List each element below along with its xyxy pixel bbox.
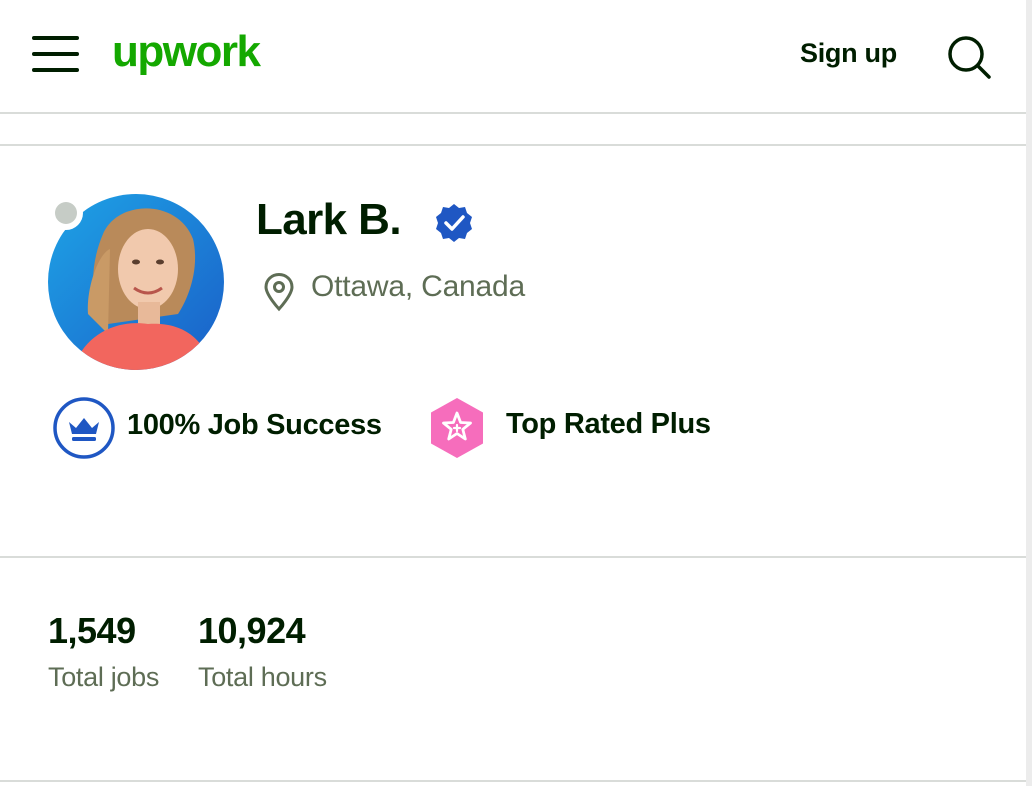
profile-stats: 1,549 Total jobs 10,924 Total hours: [0, 558, 1026, 782]
location-pin-icon: [264, 272, 294, 312]
profile-location: Ottawa, Canada: [311, 270, 525, 303]
profile-card: Lark B. Ottawa, Canada 100% Job Success …: [0, 146, 1026, 558]
total-jobs-label: Total jobs: [48, 662, 160, 692]
sign-up-link[interactable]: Sign up: [800, 38, 897, 69]
verified-badge-icon: [436, 204, 472, 242]
online-status-indicator: [49, 196, 83, 230]
profile-page: upwork Sign up Lark B. Ottawa, Canada 10…: [0, 0, 1032, 786]
total-hours-label: Total hours: [198, 662, 327, 692]
total-hours-value: 10,924: [198, 610, 306, 651]
menu-icon-bar-middle: [32, 52, 79, 56]
star-hexagon-icon: [431, 398, 483, 458]
menu-icon-bar-top: [32, 36, 79, 40]
page-edge: [1026, 0, 1032, 786]
search-icon[interactable]: [944, 32, 994, 82]
top-rated-plus-badge-label: Top Rated Plus: [506, 408, 711, 440]
menu-icon-bar-bottom: [32, 68, 79, 72]
svg-text:upwork: upwork: [112, 27, 261, 76]
job-success-badge-label: 100% Job Success: [127, 409, 382, 441]
upwork-logo[interactable]: upwork: [110, 24, 280, 84]
total-jobs-value: 1,549: [48, 610, 136, 651]
crown-icon: [53, 397, 115, 459]
profile-name: Lark B.: [256, 195, 402, 244]
hamburger-menu-button[interactable]: [30, 33, 82, 75]
sub-header-strip: [0, 114, 1026, 146]
top-nav: upwork Sign up: [0, 0, 1026, 114]
